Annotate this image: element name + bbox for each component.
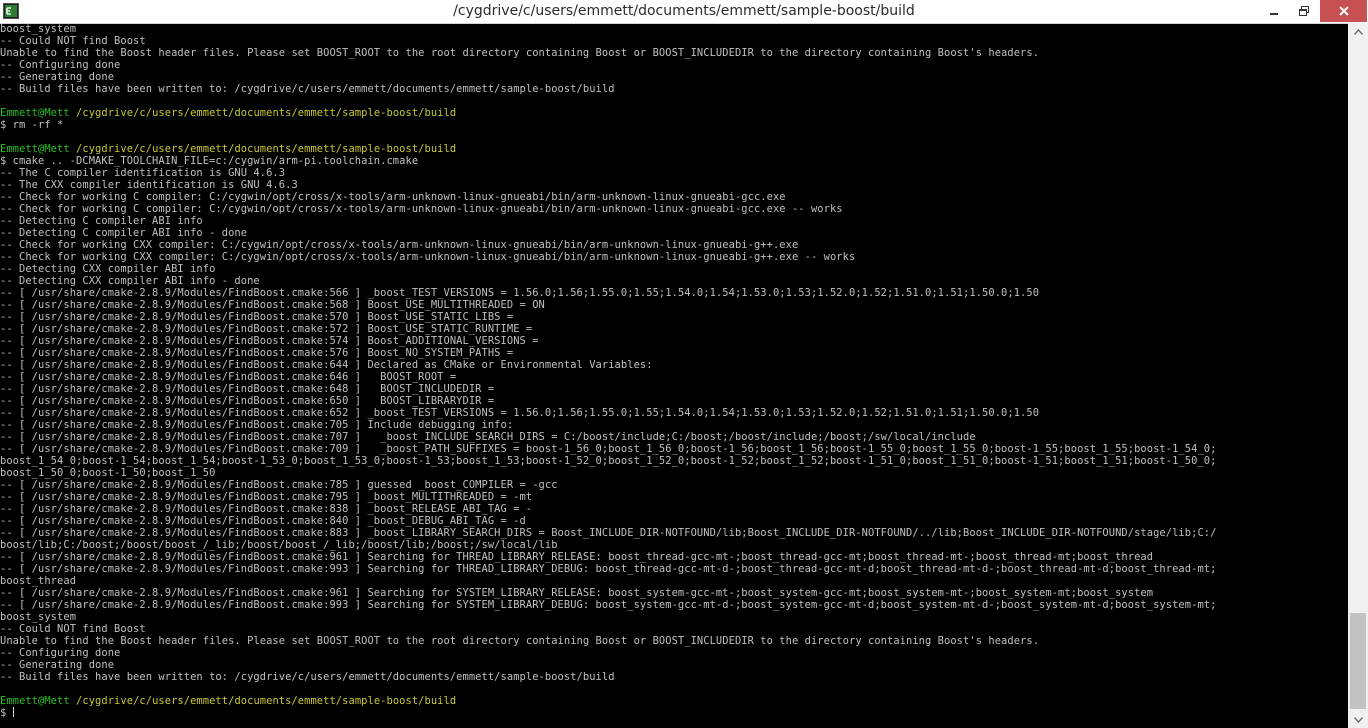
title-bar[interactable]: /cygdrive/c/users/emmett/documents/emmet… — [0, 0, 1368, 24]
output-line: -- [ /usr/share/cmake-2.8.9/Modules/Find… — [0, 527, 1217, 539]
prompt-user: Emmett@Mett — [0, 695, 70, 707]
output-line: boost_1_54_0;boost-1_54;boost_1_54;boost… — [0, 455, 1217, 467]
output-line: boost_system — [0, 23, 77, 35]
prompt-line: Emmett@Mett /cygdrive/c/users/emmett/doc… — [0, 107, 1348, 119]
output-line: -- [ /usr/share/cmake-2.8.9/Modules/Find… — [0, 419, 514, 431]
output-line: -- [ /usr/share/cmake-2.8.9/Modules/Find… — [0, 311, 514, 323]
window-title: /cygdrive/c/users/emmett/documents/emmet… — [453, 3, 915, 19]
minimize-icon — [1270, 13, 1278, 15]
output-line: -- Check for working CXX compiler: C:/cy… — [0, 239, 799, 251]
output-line: boost_1_50_0;boost-1_50;boost_1_50 — [0, 467, 216, 479]
output-line: -- [ /usr/share/cmake-2.8.9/Modules/Find… — [0, 443, 1217, 455]
output-line: -- Could NOT find Boost — [0, 623, 146, 635]
output-line: -- [ /usr/share/cmake-2.8.9/Modules/Find… — [0, 515, 526, 527]
output-line: -- [ /usr/share/cmake-2.8.9/Modules/Find… — [0, 407, 1040, 419]
output-line: -- [ /usr/share/cmake-2.8.9/Modules/Find… — [0, 503, 533, 515]
output-line: -- [ /usr/share/cmake-2.8.9/Modules/Find… — [0, 287, 1040, 299]
output-line: -- [ /usr/share/cmake-2.8.9/Modules/Find… — [0, 383, 495, 395]
shell-prompt-symbol: $ — [0, 707, 13, 719]
output-line: Unable to find the Boost header files. P… — [0, 635, 1040, 647]
output-line: -- Could NOT find Boost — [0, 35, 146, 47]
output-line: -- Generating done — [0, 71, 115, 83]
close-button[interactable] — [1320, 0, 1367, 22]
output-line: -- [ /usr/share/cmake-2.8.9/Modules/Find… — [0, 587, 1154, 599]
scroll-down-button[interactable] — [1348, 711, 1368, 728]
prompt-path: /cygdrive/c/users/emmett/documents/emmet… — [76, 695, 457, 707]
output-line: -- The C compiler identification is GNU … — [0, 167, 286, 179]
output-line: -- Check for working C compiler: C:/cygw… — [0, 191, 786, 203]
command-input-line[interactable]: $ — [0, 707, 1348, 719]
output-line: -- [ /usr/share/cmake-2.8.9/Modules/Find… — [0, 491, 533, 503]
output-line: -- [ /usr/share/cmake-2.8.9/Modules/Find… — [0, 551, 1154, 563]
output-line: -- Detecting C compiler ABI info — [0, 215, 203, 227]
prompt-path: /cygdrive/c/users/emmett/documents/emmet… — [76, 143, 457, 155]
output-line: -- [ /usr/share/cmake-2.8.9/Modules/Find… — [0, 371, 457, 383]
output-line: -- [ /usr/share/cmake-2.8.9/Modules/Find… — [0, 359, 653, 371]
terminal-output[interactable]: boost_system -- Could NOT find Boost Unabl… — [0, 23, 1348, 728]
output-line: -- [ /usr/share/cmake-2.8.9/Modules/Find… — [0, 299, 545, 311]
output-line: boost_thread — [0, 575, 77, 587]
output-line: -- Build files have been written to: /cy… — [0, 671, 615, 683]
scrollbar-thumb[interactable] — [1350, 613, 1366, 709]
output-line: -- [ /usr/share/cmake-2.8.9/Modules/Find… — [0, 395, 495, 407]
output-line: boost_system — [0, 611, 77, 623]
output-line: -- [ /usr/share/cmake-2.8.9/Modules/Find… — [0, 563, 1217, 575]
prompt-line: Emmett@Mett /cygdrive/c/users/emmett/doc… — [0, 143, 1348, 155]
terminal-window: /cygdrive/c/users/emmett/documents/emmet… — [0, 0, 1368, 728]
prompt-user: Emmett@Mett — [0, 107, 70, 119]
restore-button[interactable] — [1291, 0, 1317, 22]
output-line: -- Configuring done — [0, 647, 121, 659]
scroll-up-button[interactable] — [1348, 23, 1368, 40]
output-line: -- Build files have been written to: /cy… — [0, 83, 615, 95]
output-line: -- Detecting C compiler ABI info - done — [0, 227, 248, 239]
output-line: -- [ /usr/share/cmake-2.8.9/Modules/Find… — [0, 479, 558, 491]
output-line: Unable to find the Boost header files. P… — [0, 47, 1040, 59]
output-line: -- [ /usr/share/cmake-2.8.9/Modules/Find… — [0, 431, 976, 443]
output-line: -- The CXX compiler identification is GN… — [0, 179, 298, 191]
output-line: -- Generating done — [0, 659, 115, 671]
arrow-up-icon — [1353, 28, 1363, 35]
restore-icon — [1299, 6, 1309, 16]
prompt-path: /cygdrive/c/users/emmett/documents/emmet… — [76, 107, 457, 119]
output-line: -- [ /usr/share/cmake-2.8.9/Modules/Find… — [0, 323, 533, 335]
prompt-user: Emmett@Mett — [0, 143, 70, 155]
output-line: -- [ /usr/share/cmake-2.8.9/Modules/Find… — [0, 335, 539, 347]
output-line: -- [ /usr/share/cmake-2.8.9/Modules/Find… — [0, 599, 1217, 611]
output-line: -- Detecting CXX compiler ABI info - don… — [0, 275, 260, 287]
output-line: -- Configuring done — [0, 59, 121, 71]
vertical-scrollbar[interactable] — [1348, 23, 1368, 728]
output-line: boost/lib;C:/boost;/boost/boost_/_lib;/b… — [0, 539, 558, 551]
output-line: -- Check for working C compiler: C:/cygw… — [0, 203, 843, 215]
output-line: -- [ /usr/share/cmake-2.8.9/Modules/Find… — [0, 347, 514, 359]
close-icon — [1338, 6, 1349, 16]
minimize-button[interactable] — [1261, 0, 1287, 22]
arrow-down-icon — [1353, 716, 1363, 723]
text-cursor — [12, 707, 14, 717]
output-line: $ rm -rf * — [0, 119, 64, 131]
output-line: $ cmake .. -DCMAKE_TOOLCHAIN_FILE=c:/cyg… — [0, 155, 419, 167]
output-line: -- Detecting CXX compiler ABI info — [0, 263, 216, 275]
prompt-line: Emmett@Mett /cygdrive/c/users/emmett/doc… — [0, 695, 1348, 707]
output-line: -- Check for working CXX compiler: C:/cy… — [0, 251, 856, 263]
